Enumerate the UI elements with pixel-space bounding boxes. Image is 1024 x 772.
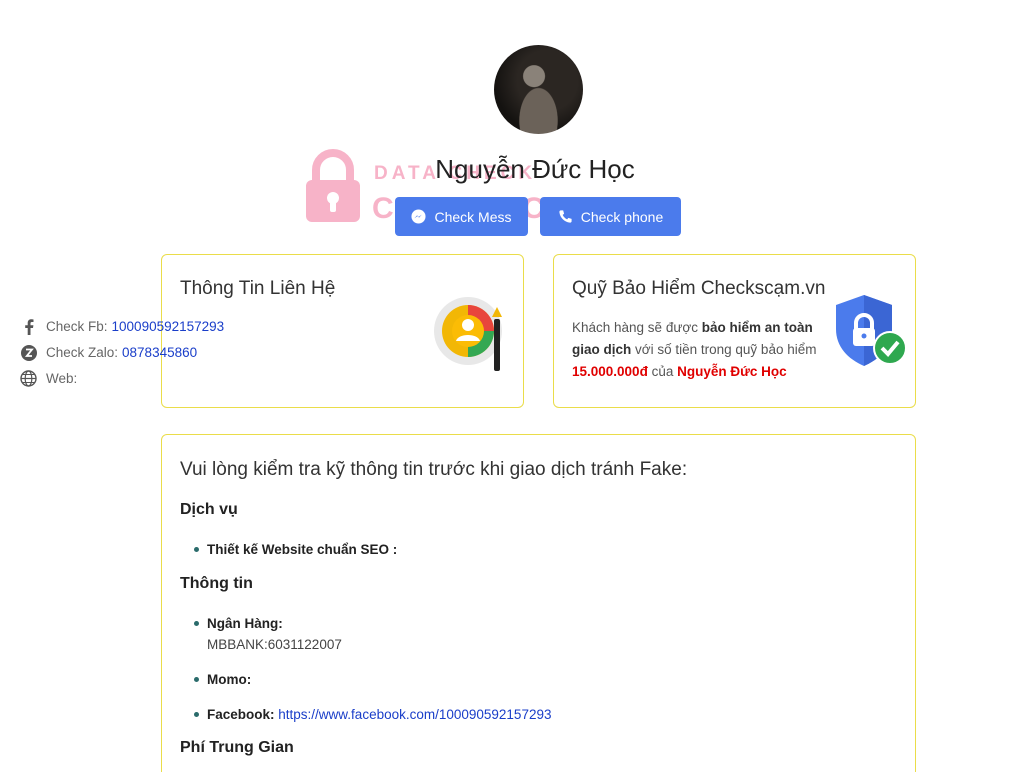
service-item-label: Thiết kế Website chuẩn SEO : bbox=[207, 542, 398, 557]
check-mess-label: Check Mess bbox=[434, 208, 512, 225]
bank-item: Ngân Hàng: bbox=[194, 616, 283, 631]
info-card: Vui lòng kiểm tra kỹ thông tin trước khi… bbox=[161, 434, 916, 772]
service-section-title: Dịch vụ bbox=[180, 501, 238, 518]
bank-label: Ngân Hàng: bbox=[207, 616, 283, 631]
facebook-icon bbox=[20, 318, 37, 335]
insurance-text-3: của bbox=[647, 364, 678, 379]
avatar bbox=[494, 45, 583, 134]
momo-label: Momo: bbox=[207, 672, 252, 687]
contact-fb-link[interactable]: 100090592157293 bbox=[112, 319, 225, 334]
facebook-link[interactable]: https://www.facebook.com/100090592157293 bbox=[278, 707, 551, 722]
check-phone-label: Check phone bbox=[580, 208, 664, 225]
contact-web-row: Web: bbox=[20, 370, 81, 387]
contact-card-title: Thông Tin Liên Hệ bbox=[180, 278, 336, 299]
insurance-card: Quỹ Bảo Hiểm Checkscạm.vn Khách hàng sẽ … bbox=[553, 254, 916, 408]
google-contact-icon bbox=[434, 297, 502, 371]
zalo-icon bbox=[20, 344, 37, 361]
info-heading: Vui lòng kiểm tra kỹ thông tin trước khi… bbox=[180, 459, 688, 480]
insurance-amount: 15.000.000đ bbox=[572, 364, 648, 379]
check-phone-button[interactable]: Check phone bbox=[540, 197, 681, 236]
contact-zalo-link[interactable]: 0878345860 bbox=[122, 345, 197, 360]
info-section-title: Thông tin bbox=[180, 575, 253, 592]
insurance-card-title: Quỹ Bảo Hiểm Checkscạm.vn bbox=[572, 278, 826, 299]
check-mess-button[interactable]: Check Mess bbox=[395, 197, 528, 236]
contact-fb-label: Check Fb: bbox=[46, 319, 108, 334]
contact-fb-row: Check Fb: 100090592157293 bbox=[20, 318, 224, 335]
messenger-icon bbox=[411, 209, 427, 224]
insurance-name: Nguyễn Đức Học bbox=[677, 364, 787, 379]
contact-zalo-label: Check Zalo: bbox=[46, 345, 119, 360]
profile-name: Nguyễn Đức Học bbox=[435, 154, 635, 184]
service-item: Thiết kế Website chuẩn SEO : bbox=[193, 542, 398, 557]
bank-value: MBBANK:6031122007 bbox=[207, 637, 342, 652]
globe-icon bbox=[20, 370, 37, 387]
fee-section-title: Phí Trung Gian bbox=[180, 739, 294, 756]
insurance-text-2: với số tiền trong quỹ bảo hiểm bbox=[631, 342, 817, 357]
momo-item: Momo: bbox=[193, 672, 252, 687]
insurance-text-1: Khách hàng sẽ được bbox=[572, 320, 702, 335]
profile-page: DATA CHECK CHECKSCAM.VN Nguyễn Đức Học C… bbox=[0, 0, 1024, 772]
facebook-item: Facebook: https://www.facebook.com/10009… bbox=[193, 707, 551, 722]
contact-web-label: Web: bbox=[46, 371, 78, 386]
contact-zalo-row: Check Zalo: 0878345860 bbox=[20, 344, 197, 361]
security-shield-icon bbox=[836, 295, 907, 366]
insurance-description: Khách hàng sẽ được bảo hiểm an toàn giao… bbox=[572, 317, 834, 383]
facebook-label: Facebook: bbox=[207, 707, 275, 722]
phone-icon bbox=[559, 210, 572, 223]
